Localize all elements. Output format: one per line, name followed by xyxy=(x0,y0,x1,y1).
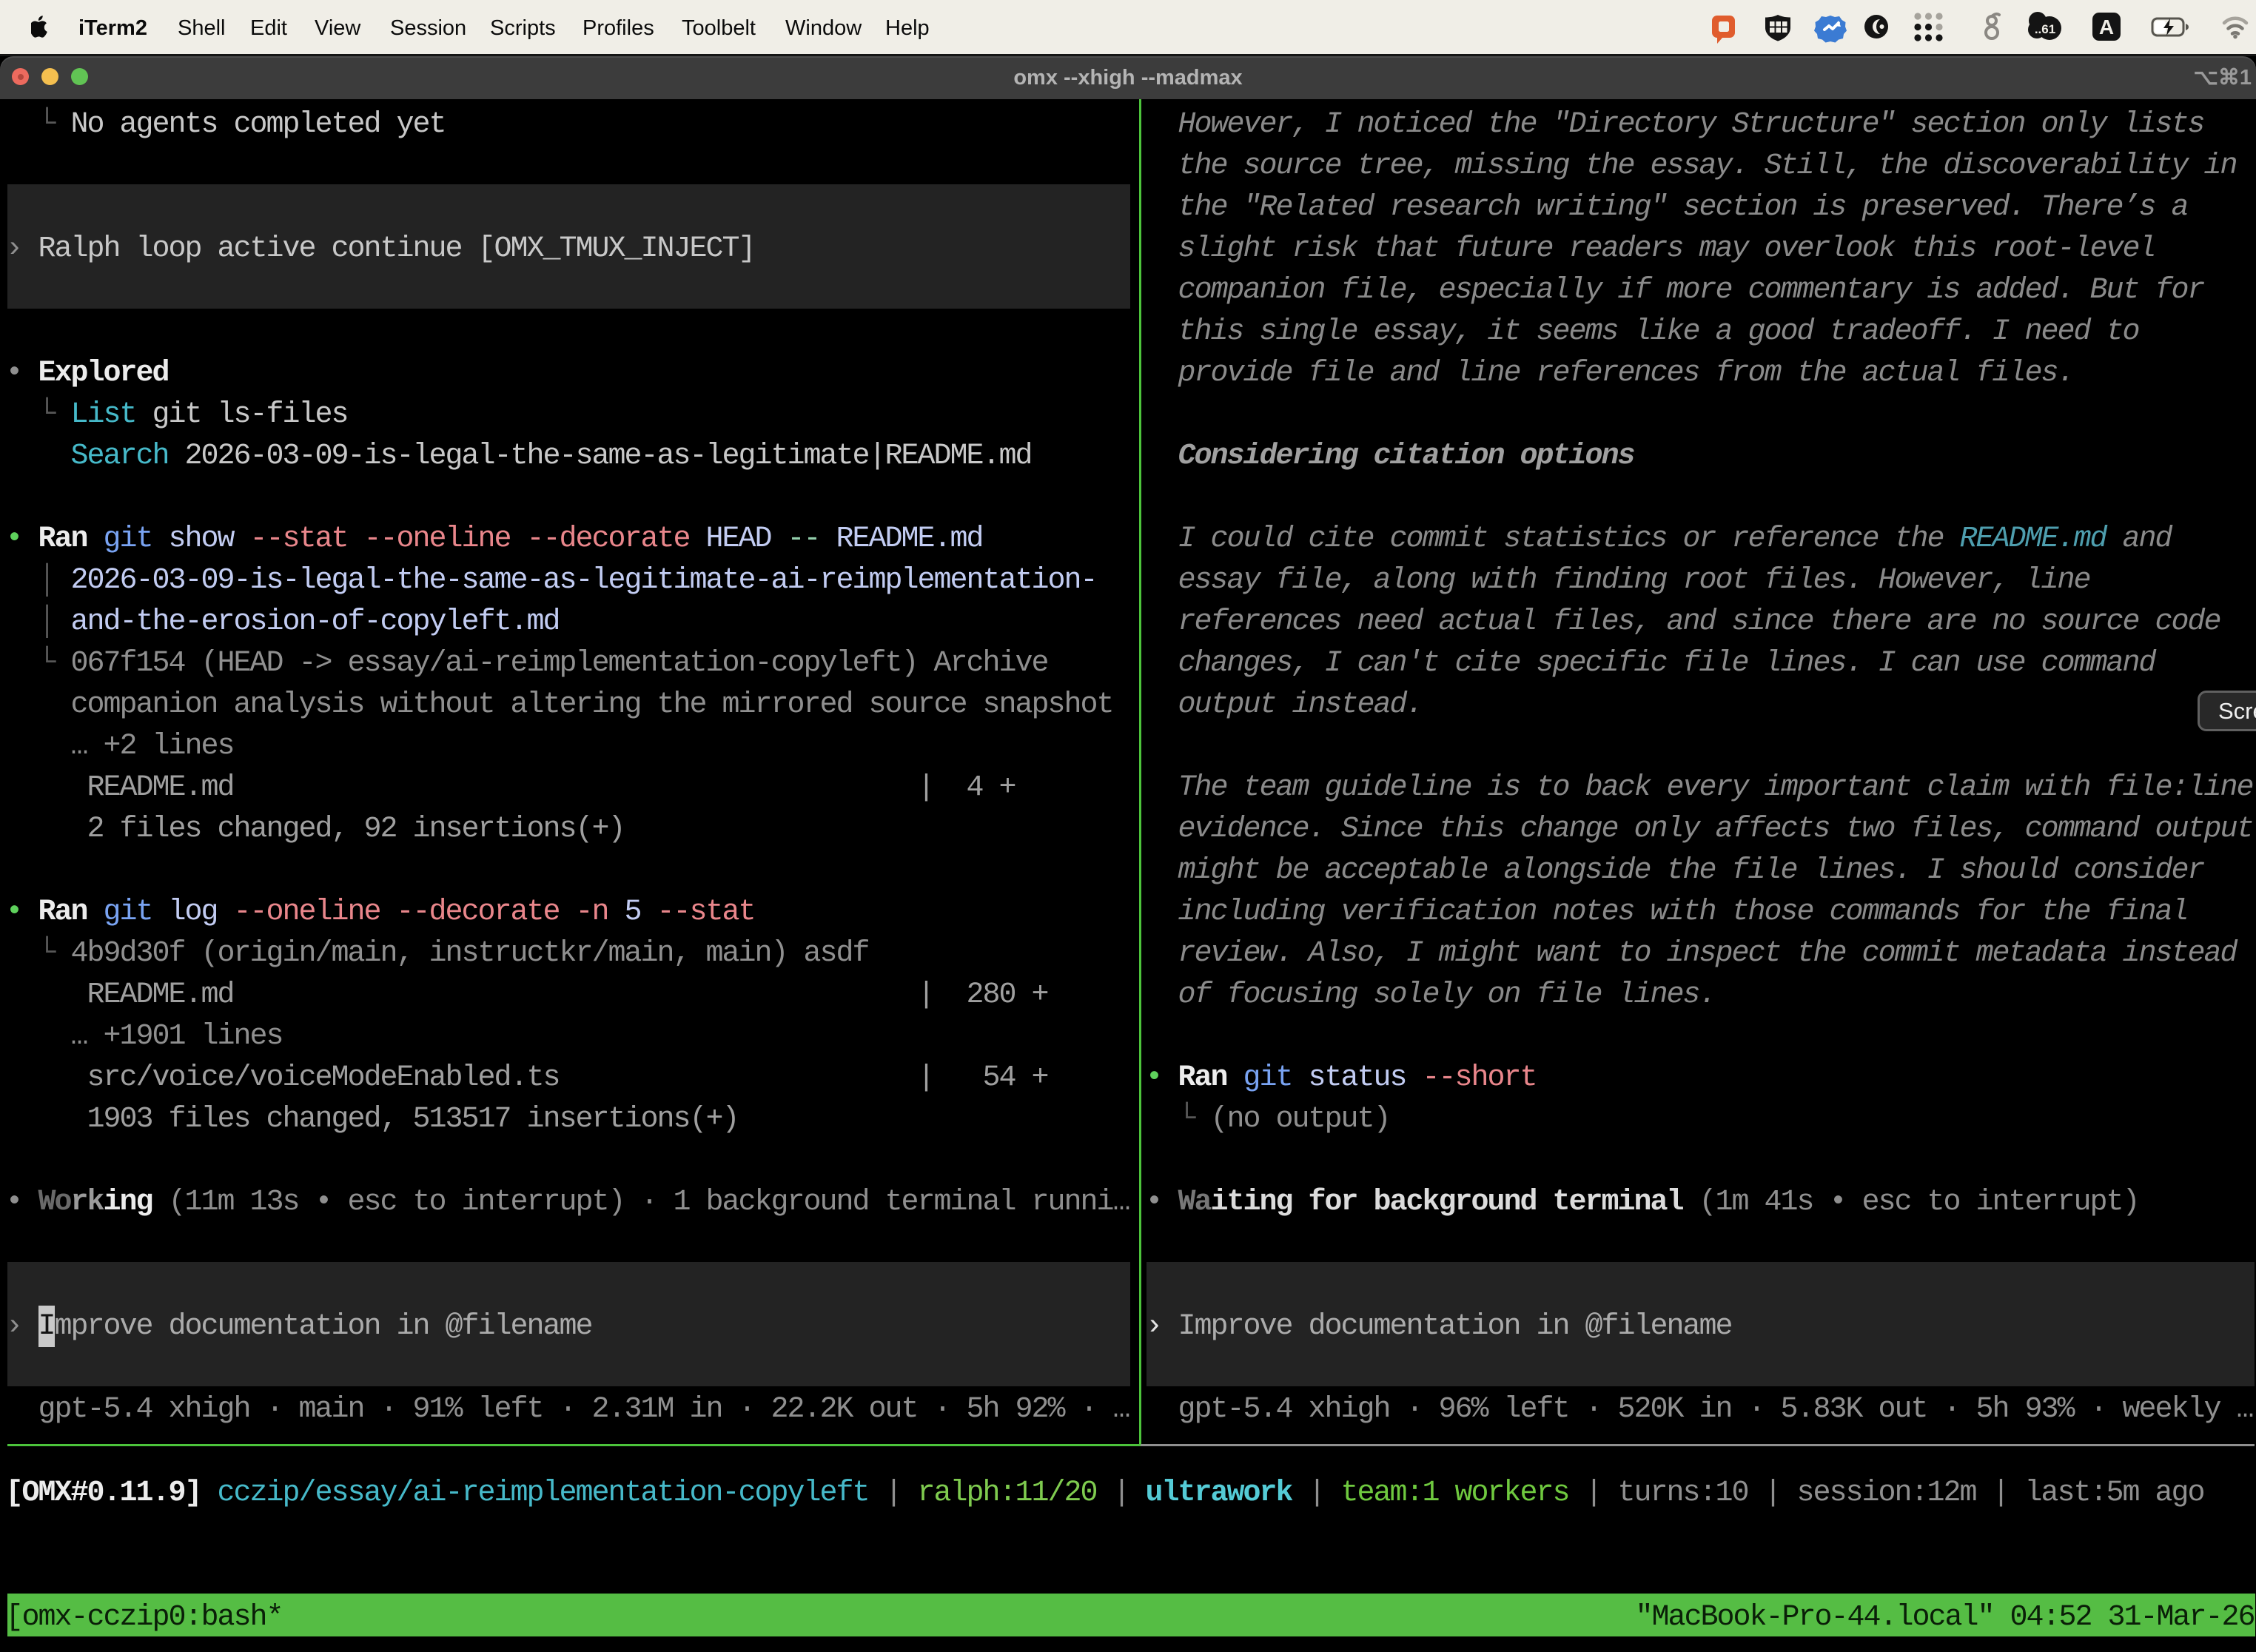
svg-text:..61: ..61 xyxy=(2035,22,2055,36)
svg-text:A: A xyxy=(2099,16,2114,38)
